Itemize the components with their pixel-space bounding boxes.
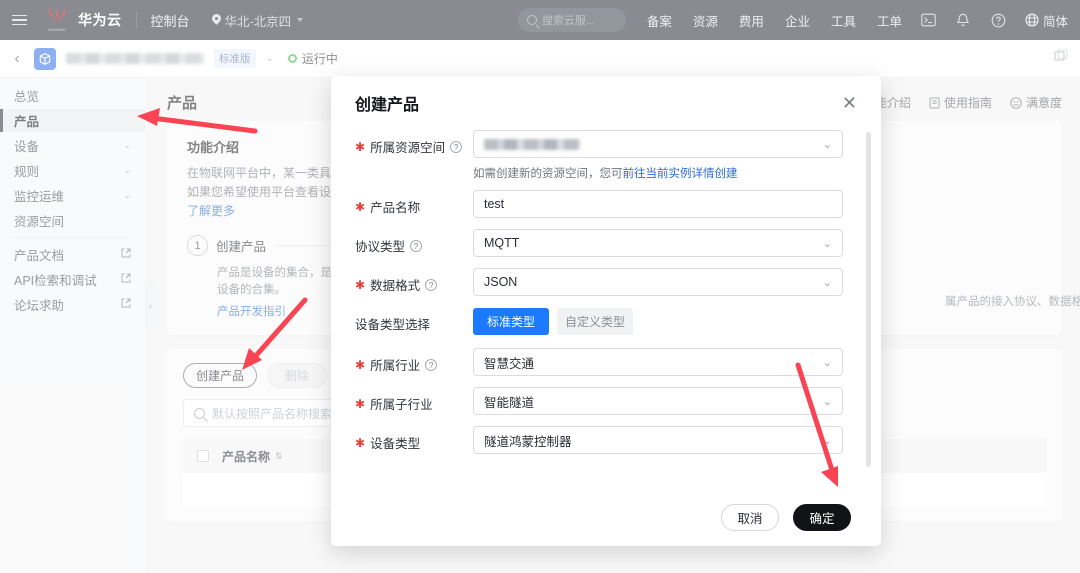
goto-instance-detail-link[interactable]: 前往当前实例详情创建 bbox=[623, 168, 738, 180]
field-label: ✱ 设备类型 bbox=[355, 426, 473, 452]
resource-space-select[interactable]: ⌄ bbox=[473, 130, 843, 158]
field-product-name: ✱ 产品名称 test bbox=[331, 190, 873, 218]
field-control: test bbox=[473, 190, 843, 218]
field-industry: ✱ 所属行业 ? 智慧交通 ⌄ bbox=[331, 348, 873, 376]
dialog-body: ✱ 所属资源空间 ? ⌄ 如需创建新的资源空间，您可前往当前实例详情创建 ✱ 产… bbox=[331, 130, 881, 488]
field-device-type: ✱ 设备类型 隧道鸿蒙控制器 ⌄ bbox=[331, 426, 873, 454]
required-marker: ✱ bbox=[355, 396, 366, 411]
required-marker: ✱ bbox=[355, 357, 366, 372]
field-control: MQTT ⌄ bbox=[473, 229, 843, 257]
required-marker: ✱ bbox=[355, 199, 366, 214]
select-value: 隧道鸿蒙控制器 bbox=[484, 434, 572, 449]
field-label: ✱ 所属子行业 bbox=[355, 387, 473, 413]
sub-industry-select[interactable]: 智能隧道 ⌄ bbox=[473, 387, 843, 415]
field-device-type-choice: 设备类型选择 标准类型 自定义类型 bbox=[331, 307, 873, 335]
data-format-select[interactable]: JSON ⌄ bbox=[473, 268, 843, 296]
help-icon[interactable]: ? bbox=[425, 278, 438, 291]
dialog-footer: 取消 确定 bbox=[331, 488, 881, 546]
help-icon[interactable]: ? bbox=[425, 358, 438, 371]
field-help-text: 如需创建新的资源空间，您可前往当前实例详情创建 bbox=[473, 165, 843, 181]
dialog-title: 创建产品 bbox=[355, 97, 420, 114]
field-label: ✱ 所属资源空间 ? bbox=[355, 130, 473, 156]
field-label: 设备类型选择 bbox=[355, 307, 473, 333]
create-product-dialog: 创建产品 ✕ ✱ 所属资源空间 ? ⌄ 如需创建新的资源空间，您可前往当前实例详… bbox=[331, 76, 881, 546]
chevron-down-icon: ⌄ bbox=[822, 356, 832, 369]
select-value: MQTT bbox=[484, 236, 520, 250]
industry-select[interactable]: 智慧交通 ⌄ bbox=[473, 348, 843, 376]
segment-custom-type[interactable]: 自定义类型 bbox=[557, 308, 633, 335]
field-label: ✱ 产品名称 bbox=[355, 190, 473, 216]
input-value: test bbox=[484, 197, 505, 211]
field-label-text: 数据格式 bbox=[370, 279, 421, 293]
field-control: 标准类型 自定义类型 bbox=[473, 307, 843, 335]
chevron-down-icon: ⌄ bbox=[822, 395, 832, 408]
field-label-text: 设备类型选择 bbox=[355, 318, 431, 332]
field-label-text: 产品名称 bbox=[370, 201, 421, 215]
field-label-text: 所属子行业 bbox=[370, 398, 433, 412]
help-icon[interactable]: ? bbox=[410, 239, 423, 252]
select-value: JSON bbox=[484, 275, 518, 289]
segment-standard-type[interactable]: 标准类型 bbox=[473, 308, 549, 335]
field-label: 协议类型 ? bbox=[355, 229, 473, 255]
product-name-input[interactable]: test bbox=[473, 190, 843, 218]
field-control: 隧道鸿蒙控制器 ⌄ bbox=[473, 426, 843, 454]
field-control: 智能隧道 ⌄ bbox=[473, 387, 843, 415]
field-control: 智慧交通 ⌄ bbox=[473, 348, 843, 376]
field-sub-industry: ✱ 所属子行业 智能隧道 ⌄ bbox=[331, 387, 873, 415]
field-label: ✱ 数据格式 ? bbox=[355, 268, 473, 294]
chevron-down-icon: ⌄ bbox=[822, 237, 832, 250]
device-type-segmented-control: 标准类型 自定义类型 bbox=[473, 307, 843, 335]
cancel-button[interactable]: 取消 bbox=[721, 503, 779, 531]
app-root: HUAWEI 华为云 控制台 华北-北京四 搜索云服... 备案 资源 费用 企… bbox=[0, 0, 1080, 573]
field-label-text: 所属资源空间 bbox=[370, 141, 446, 155]
field-control: ⌄ 如需创建新的资源空间，您可前往当前实例详情创建 bbox=[473, 130, 843, 181]
dialog-header: 创建产品 ✕ bbox=[331, 76, 881, 130]
required-marker: ✱ bbox=[355, 139, 366, 154]
field-control: JSON ⌄ bbox=[473, 268, 843, 296]
required-marker: ✱ bbox=[355, 277, 366, 292]
field-protocol-type: 协议类型 ? MQTT ⌄ bbox=[331, 229, 873, 257]
chevron-down-icon: ⌄ bbox=[822, 138, 832, 151]
select-value: 智慧交通 bbox=[484, 356, 535, 371]
chevron-down-icon: ⌄ bbox=[822, 434, 832, 447]
field-label-text: 设备类型 bbox=[370, 437, 421, 451]
resource-space-value-masked bbox=[484, 138, 580, 150]
chevron-down-icon: ⌄ bbox=[822, 276, 832, 289]
field-data-format: ✱ 数据格式 ? JSON ⌄ bbox=[331, 268, 873, 296]
help-text: 如需创建新的资源空间，您可 bbox=[473, 168, 623, 180]
field-label-text: 协议类型 bbox=[355, 240, 406, 254]
help-icon[interactable]: ? bbox=[450, 140, 463, 153]
select-value: 智能隧道 bbox=[484, 395, 535, 410]
close-icon[interactable]: ✕ bbox=[842, 94, 857, 112]
field-resource-space: ✱ 所属资源空间 ? ⌄ 如需创建新的资源空间，您可前往当前实例详情创建 bbox=[331, 130, 873, 181]
field-label-text: 所属行业 bbox=[370, 359, 421, 373]
protocol-type-select[interactable]: MQTT ⌄ bbox=[473, 229, 843, 257]
dialog-scrollbar-thumb[interactable] bbox=[866, 132, 871, 467]
required-marker: ✱ bbox=[355, 435, 366, 450]
field-label: ✱ 所属行业 ? bbox=[355, 348, 473, 374]
device-type-select[interactable]: 隧道鸿蒙控制器 ⌄ bbox=[473, 426, 843, 454]
confirm-button[interactable]: 确定 bbox=[793, 503, 851, 531]
